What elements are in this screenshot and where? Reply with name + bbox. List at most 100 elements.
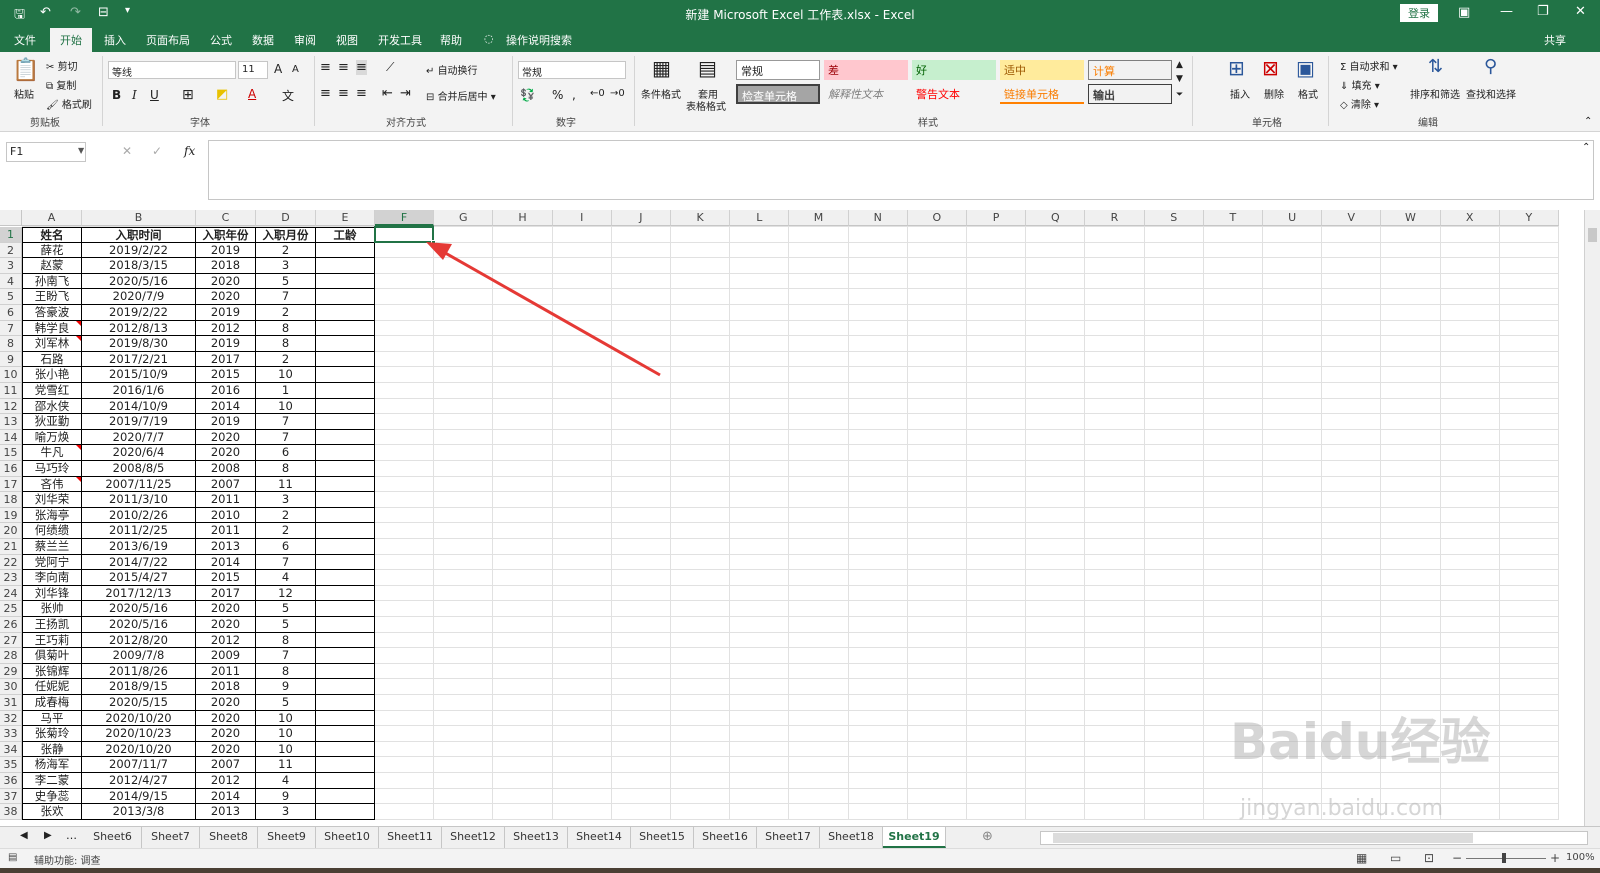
- font-size-select[interactable]: 11: [238, 61, 268, 79]
- row-header[interactable]: 35: [0, 757, 22, 773]
- table-cell[interactable]: 2020/10/23: [82, 726, 196, 742]
- format-painter-button[interactable]: 🖌 格式刷: [46, 96, 92, 111]
- restore-icon[interactable]: ❐: [1537, 4, 1549, 19]
- table-cell[interactable]: 2: [256, 305, 316, 321]
- comment-indicator[interactable]: [76, 320, 81, 326]
- table-cell[interactable]: [316, 757, 375, 773]
- row-header[interactable]: 38: [0, 804, 22, 820]
- column-header-N[interactable]: N: [848, 210, 908, 226]
- add-sheet-icon[interactable]: ⊕: [982, 829, 993, 844]
- table-cell[interactable]: 2008/8/5: [82, 461, 196, 477]
- table-cell[interactable]: [316, 710, 375, 727]
- table-cell[interactable]: 9: [256, 788, 316, 805]
- table-cell[interactable]: [316, 336, 375, 352]
- row-header[interactable]: 24: [0, 585, 22, 602]
- table-cell[interactable]: 2020: [196, 445, 256, 461]
- table-cell[interactable]: [316, 804, 375, 820]
- table-cell[interactable]: 2014/7/22: [82, 554, 196, 571]
- styles-scroll-down-icon[interactable]: ▼: [1176, 74, 1183, 84]
- table-cell[interactable]: 邵水侠: [22, 398, 82, 415]
- table-cell[interactable]: [316, 788, 375, 805]
- horizontal-scroll-thumb[interactable]: [1053, 833, 1473, 843]
- table-cell[interactable]: 10: [256, 367, 316, 383]
- sheet-tab-sheet16[interactable]: Sheet16: [694, 827, 757, 848]
- row-header[interactable]: 25: [0, 601, 22, 617]
- row-header[interactable]: 27: [0, 632, 22, 649]
- table-cell[interactable]: 2012/4/27: [82, 773, 196, 789]
- tell-me-search[interactable]: 操作说明搜索: [506, 32, 572, 48]
- table-cell[interactable]: 8: [256, 632, 316, 649]
- table-cell[interactable]: 4: [256, 773, 316, 789]
- column-header-H[interactable]: H: [493, 210, 553, 226]
- table-cell[interactable]: 8: [256, 320, 316, 337]
- align-left-icon[interactable]: ≡: [320, 86, 331, 101]
- table-cell[interactable]: 4: [256, 570, 316, 586]
- table-cell[interactable]: [316, 242, 375, 259]
- row-header[interactable]: 31: [0, 695, 22, 711]
- table-cell[interactable]: 2019/2/22: [82, 305, 196, 321]
- row-header[interactable]: 14: [0, 429, 22, 446]
- align-middle-icon[interactable]: ≡: [338, 60, 349, 75]
- table-cell[interactable]: 6: [256, 445, 316, 461]
- column-header-I[interactable]: I: [552, 210, 612, 226]
- table-cell[interactable]: 2007/11/7: [82, 757, 196, 773]
- table-cell[interactable]: 2019/7/19: [82, 414, 196, 430]
- table-cell[interactable]: 2016: [196, 383, 256, 399]
- table-cell[interactable]: 刘华荣: [22, 492, 82, 508]
- table-cell[interactable]: 何绩缋: [22, 523, 82, 539]
- table-cell[interactable]: [316, 585, 375, 602]
- sheet-tab-sheet18[interactable]: Sheet18: [820, 827, 883, 848]
- table-cell[interactable]: 王巧莉: [22, 632, 82, 649]
- zoom-out-icon[interactable]: −: [1452, 851, 1462, 865]
- comment-indicator[interactable]: [76, 445, 81, 451]
- delete-cells-button[interactable]: 删除: [1264, 86, 1284, 101]
- table-cell[interactable]: [316, 273, 375, 290]
- table-cell[interactable]: [316, 773, 375, 789]
- column-header-T[interactable]: T: [1203, 210, 1263, 226]
- table-cell[interactable]: 石路: [22, 351, 82, 368]
- vertical-scrollbar[interactable]: [1584, 210, 1600, 826]
- table-cell[interactable]: 2020: [196, 273, 256, 290]
- table-cell[interactable]: 蔡兰兰: [22, 539, 82, 555]
- style-normal[interactable]: 常规: [736, 60, 820, 80]
- style-neutral[interactable]: 适中: [1000, 60, 1084, 80]
- table-cell[interactable]: 2019: [196, 336, 256, 352]
- sheet-tab-sheet12[interactable]: Sheet12: [442, 827, 505, 848]
- table-cell[interactable]: 张菊玲: [22, 726, 82, 742]
- page-layout-view-icon[interactable]: ▭: [1390, 851, 1401, 865]
- row-header[interactable]: 21: [0, 539, 22, 555]
- normal-view-icon[interactable]: ▦: [1356, 851, 1367, 865]
- table-cell[interactable]: 2015/10/9: [82, 367, 196, 383]
- column-header-Q[interactable]: Q: [1026, 210, 1086, 226]
- table-cell[interactable]: 2010/2/26: [82, 507, 196, 524]
- table-cell[interactable]: [316, 617, 375, 633]
- style-bad[interactable]: 差: [824, 60, 908, 80]
- table-cell[interactable]: 11: [256, 476, 316, 493]
- align-right-icon[interactable]: ≡: [356, 86, 367, 101]
- table-cell[interactable]: [316, 492, 375, 508]
- table-cell[interactable]: 2012: [196, 773, 256, 789]
- table-cell[interactable]: [316, 632, 375, 649]
- italic-button[interactable]: I: [132, 88, 137, 102]
- column-header-V[interactable]: V: [1322, 210, 1382, 226]
- table-cell[interactable]: 2: [256, 507, 316, 524]
- table-cell[interactable]: 2020: [196, 710, 256, 727]
- tab-developer[interactable]: 开发工具: [378, 32, 422, 48]
- style-explanatory[interactable]: 解释性文本: [824, 84, 908, 104]
- phonetic-icon[interactable]: 文: [282, 87, 294, 104]
- sheet-tab-sheet8[interactable]: Sheet8: [200, 827, 258, 848]
- conditional-format-icon[interactable]: ▦: [652, 56, 671, 80]
- row-header[interactable]: 7: [0, 320, 22, 337]
- tab-home[interactable]: 开始: [50, 28, 92, 52]
- tab-file[interactable]: 文件: [14, 32, 36, 48]
- table-header-cell[interactable]: 入职年份: [196, 227, 256, 243]
- zoom-in-icon[interactable]: +: [1550, 851, 1560, 865]
- table-cell[interactable]: 2020: [196, 741, 256, 758]
- column-header-J[interactable]: J: [611, 210, 671, 226]
- row-header[interactable]: 34: [0, 741, 22, 758]
- table-cell[interactable]: 赵蒙: [22, 258, 82, 274]
- style-check-cell[interactable]: 检查单元格: [736, 84, 820, 104]
- row-header[interactable]: 3: [0, 258, 22, 274]
- table-cell[interactable]: 孙南飞: [22, 273, 82, 290]
- insert-cells-icon[interactable]: ⊞: [1228, 56, 1245, 80]
